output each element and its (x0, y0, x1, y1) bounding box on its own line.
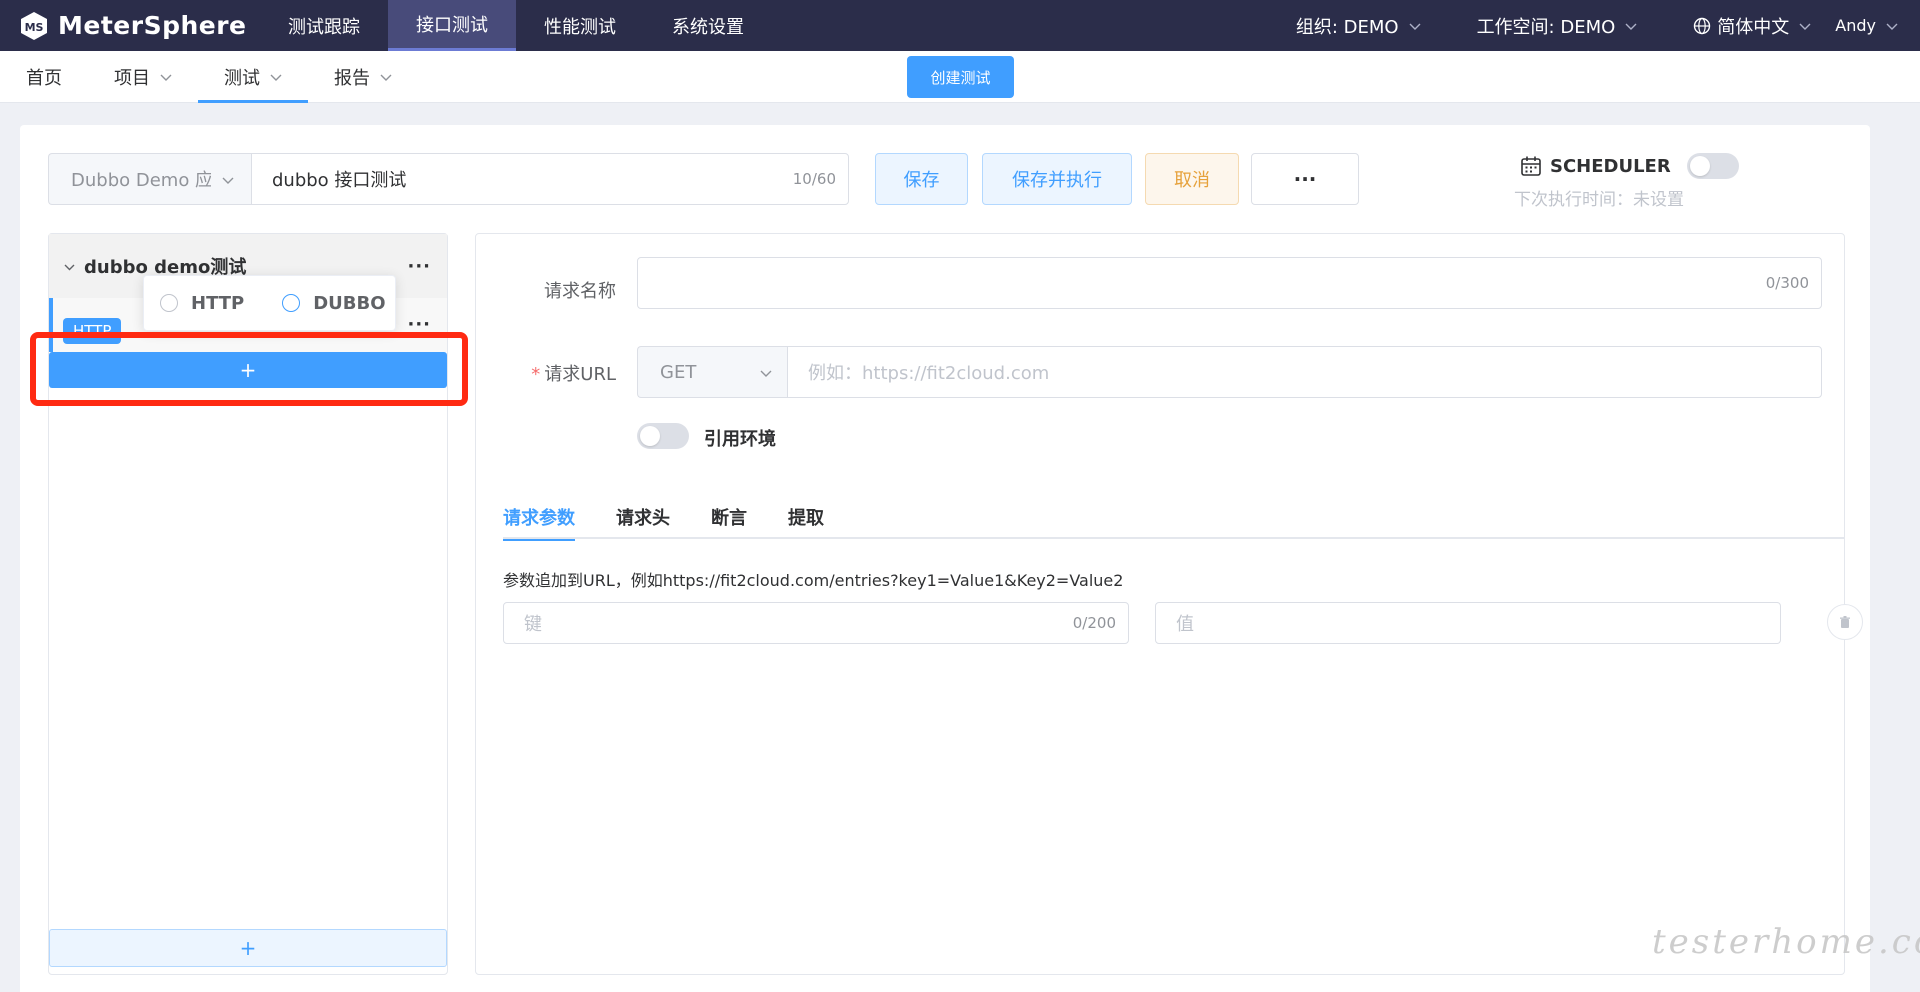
request-tabs: 请求参数 请求头 断言 提取 (503, 494, 1844, 541)
chevron-down-icon (1799, 23, 1811, 30)
workspace-label: 工作空间: DEMO (1476, 16, 1616, 38)
top-nav-system-settings[interactable]: 系统设置 (644, 0, 772, 51)
project-select[interactable]: Dubbo Demo 应用 (48, 153, 251, 205)
sub-nav-report-label: 报告 (334, 68, 370, 89)
top-nav-api-test[interactable]: 接口测试 (388, 0, 516, 51)
brand-logo[interactable]: MS MeterSphere (0, 0, 260, 51)
chevron-down-icon (160, 74, 172, 81)
user-name: Andy (1835, 16, 1876, 35)
tab-request-params[interactable]: 请求参数 (503, 494, 575, 541)
language-switcher[interactable]: 简体中文 (1693, 13, 1811, 39)
chevron-down-icon (380, 74, 392, 81)
tab-request-headers[interactable]: 请求头 (616, 494, 670, 539)
scheduler-section: SCHEDULER 下次执行时间：未设置 (1514, 153, 1760, 213)
request-more-button[interactable]: ··· (407, 314, 431, 335)
workspace-switcher[interactable]: 工作空间: DEMO (1477, 13, 1638, 39)
test-name-char-count: 10/60 (792, 170, 836, 188)
chevron-down-icon (222, 177, 234, 184)
request-name-label: 请求名称 (476, 277, 616, 303)
chevron-down-icon (270, 74, 282, 81)
top-nav-test-track[interactable]: 测试跟踪 (260, 0, 388, 51)
add-request-button[interactable]: + (49, 352, 447, 388)
top-navbar: MS MeterSphere 测试跟踪 接口测试 性能测试 系统设置 组织: D… (0, 0, 1920, 51)
scenario-more-button[interactable]: ··· (407, 256, 431, 277)
scenario-panel: dubbo demo测试 ··· HTTP ··· HTTP DUBBO + + (30, 233, 468, 975)
request-name-input[interactable]: 0/300 (637, 257, 1822, 309)
param-key-char-count: 0/200 (1072, 614, 1116, 632)
request-url-placeholder: 例如：https://fit2cloud.com (808, 363, 1050, 384)
test-name-input[interactable]: dubbo 接口测试 10/60 (251, 153, 849, 205)
protocol-option-http-label: HTTP (191, 292, 245, 314)
request-url-label: * 请求URL (476, 360, 616, 386)
protocol-popover: HTTP DUBBO (143, 275, 396, 331)
sub-nav-test[interactable]: 测试 (198, 51, 308, 103)
language-label: 简体中文 (1717, 16, 1790, 38)
test-editor-card: Dubbo Demo 应用 dubbo 接口测试 10/60 保存 保存并执行 … (20, 125, 1870, 992)
sub-nav-project[interactable]: 项目 (88, 51, 198, 103)
calendar-icon[interactable] (1520, 155, 1542, 177)
param-key-placeholder: 键 (524, 614, 542, 635)
radio-circle-icon (160, 294, 178, 312)
use-environment-toggle[interactable] (637, 423, 689, 449)
request-name-label-text: 请求名称 (544, 281, 616, 302)
sub-nav-home-label: 首页 (26, 68, 62, 89)
sub-nav-home[interactable]: 首页 (0, 51, 88, 103)
test-name-value: dubbo 接口测试 (272, 170, 407, 191)
request-url-label-text: 请求URL (544, 364, 616, 385)
project-select-value: Dubbo Demo 应用 (71, 170, 211, 191)
request-form-panel: 请求名称 0/300 * 请求URL GET 例如：https://fit2clo… (475, 233, 1863, 975)
delete-param-button[interactable] (1827, 604, 1863, 640)
scheduler-toggle[interactable] (1686, 153, 1739, 179)
next-run-time: 下次执行时间：未设置 (1514, 190, 1684, 210)
top-nav-performance-test[interactable]: 性能测试 (516, 0, 644, 51)
save-button[interactable]: 保存 (875, 153, 968, 205)
scheduler-label: SCHEDULER (1550, 155, 1671, 177)
user-menu[interactable]: Andy (1835, 16, 1898, 35)
svg-text:MS: MS (25, 21, 44, 34)
params-hint: 参数追加到URL，例如https://fit2cloud.com/entries… (503, 571, 1124, 590)
top-right-menu: 组织: DEMO 工作空间: DEMO 简体中文 Andy (1296, 0, 1920, 51)
create-test-button[interactable]: 创建测试 (907, 56, 1014, 98)
cancel-button[interactable]: 取消 (1145, 153, 1239, 205)
globe-icon (1694, 17, 1711, 34)
chevron-down-icon (1886, 23, 1898, 30)
metersphere-logo-icon: MS (18, 10, 50, 42)
organization-switcher[interactable]: 组织: DEMO (1296, 13, 1421, 39)
sub-navbar: 首页 项目 测试 报告 创建测试 (0, 51, 1920, 103)
protocol-option-http[interactable]: HTTP (160, 293, 244, 314)
trash-icon (1840, 616, 1850, 628)
param-value-placeholder: 值 (1176, 614, 1194, 635)
testerhome-watermark: testerhome.com (1652, 922, 1920, 962)
param-value-input[interactable]: 值 (1155, 602, 1781, 644)
save-and-run-button[interactable]: 保存并执行 (982, 153, 1132, 205)
use-environment-label: 引用环境 (704, 429, 776, 450)
add-scenario-button[interactable]: + (49, 929, 447, 967)
brand-name: MeterSphere (58, 11, 247, 40)
param-key-input[interactable]: 键 0/200 (503, 602, 1129, 644)
top-nav-menu: 测试跟踪 接口测试 性能测试 系统设置 (260, 0, 772, 51)
sub-nav-project-label: 项目 (114, 68, 150, 89)
tab-extract[interactable]: 提取 (788, 494, 824, 539)
organization-label: 组织: DEMO (1295, 16, 1399, 38)
sub-nav-report[interactable]: 报告 (308, 51, 418, 103)
request-protocol-tag: HTTP (63, 318, 122, 344)
chevron-down-icon[interactable] (63, 260, 76, 273)
sub-nav-test-label: 测试 (224, 68, 260, 89)
protocol-option-dubbo-label: DUBBO (313, 292, 386, 314)
chevron-down-icon (1625, 23, 1637, 30)
chevron-down-icon (760, 370, 772, 377)
http-method-value: GET (660, 361, 697, 383)
required-mark: * (531, 364, 541, 385)
protocol-option-dubbo[interactable]: DUBBO (282, 292, 386, 314)
more-actions-button[interactable]: ··· (1251, 153, 1359, 205)
radio-circle-icon (282, 294, 301, 312)
tab-assertions[interactable]: 断言 (711, 494, 747, 539)
chevron-down-icon (1409, 23, 1421, 30)
request-url-input[interactable]: 例如：https://fit2cloud.com (787, 346, 1822, 398)
http-method-select[interactable]: GET (637, 346, 787, 398)
request-name-char-count: 0/300 (1765, 274, 1809, 292)
